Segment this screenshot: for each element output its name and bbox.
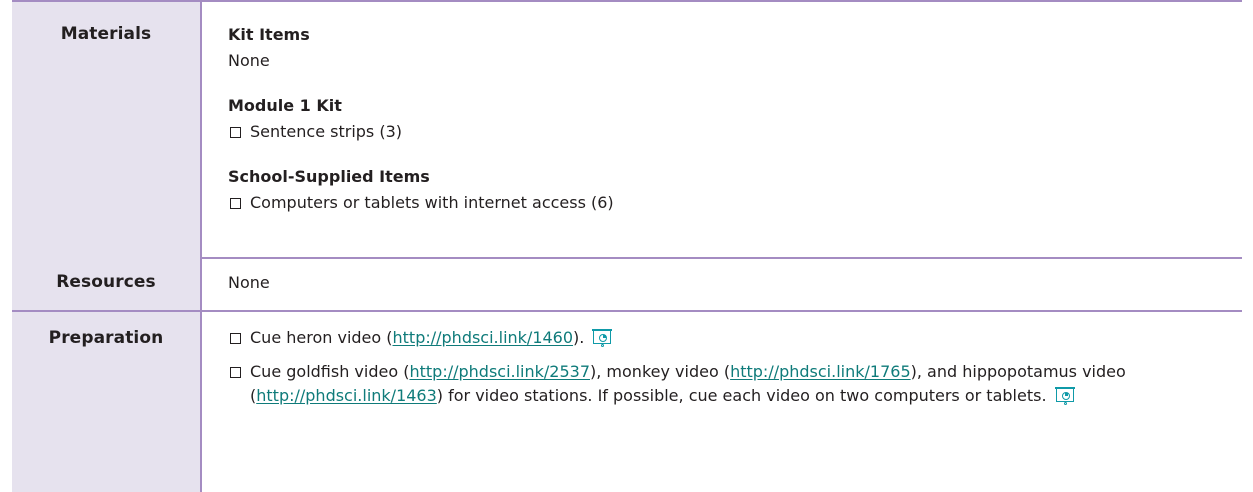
materials-table: Materials Kit Items None Module 1 Kit Se… <box>0 0 1253 492</box>
slide-presentation-icon[interactable] <box>1054 387 1076 405</box>
checkbox-icon[interactable] <box>230 367 241 378</box>
preparation-row: Preparation Cue heron video (http://phds… <box>12 312 1242 492</box>
monkey-video-link[interactable]: http://phdsci.link/1765 <box>730 362 911 381</box>
checkbox-icon[interactable] <box>230 197 241 209</box>
prep-text-segment: ). <box>573 328 585 347</box>
module-kit-item: Sentence strips (3) <box>250 122 402 141</box>
kit-items-heading: Kit Items <box>228 25 310 44</box>
prep-text-segment: Cue goldfish video ( <box>250 362 410 381</box>
prep-text-segment: ) for video stations. If possible, cue e… <box>436 386 1047 405</box>
prep-item-text: Cue heron video (http://phdsci.link/1460… <box>250 326 1188 350</box>
hippopotamus-video-link[interactable]: http://phdsci.link/1463 <box>256 386 437 405</box>
resources-label: Resources <box>56 272 156 292</box>
kit-items-value: None <box>228 51 270 70</box>
list-item: Sentence strips (3) <box>228 119 402 145</box>
school-supplied-item: Computers or tablets with internet acces… <box>250 193 614 212</box>
prep-item-text: Cue goldfish video (http://phdsci.link/2… <box>250 360 1188 408</box>
module-kit-heading: Module 1 Kit <box>228 96 342 115</box>
preparation-label: Preparation <box>48 328 164 348</box>
checkbox-icon[interactable] <box>230 333 241 344</box>
heron-video-link[interactable]: http://phdsci.link/1460 <box>393 328 574 347</box>
resources-label-cell: Resources <box>12 257 202 310</box>
list-item: Cue heron video (http://phdsci.link/1460… <box>228 326 1188 350</box>
prep-text-segment: ), monkey video ( <box>590 362 731 381</box>
resources-row: Resources None <box>12 257 1242 312</box>
resources-value: None <box>228 273 270 292</box>
goldfish-video-link[interactable]: http://phdsci.link/2537 <box>409 362 590 381</box>
materials-row: Materials Kit Items None Module 1 Kit Se… <box>12 0 1242 259</box>
list-item: Computers or tablets with internet acces… <box>228 190 614 216</box>
checkbox-icon[interactable] <box>230 126 241 138</box>
list-item: Cue goldfish video (http://phdsci.link/2… <box>228 360 1188 408</box>
materials-label: Materials <box>60 24 152 44</box>
materials-label-cell: Materials <box>12 2 202 257</box>
slide-presentation-icon[interactable] <box>592 329 613 347</box>
prep-text-segment: Cue heron video ( <box>250 328 393 347</box>
preparation-label-cell: Preparation <box>12 312 202 492</box>
school-supplied-heading: School-Supplied Items <box>228 167 430 186</box>
